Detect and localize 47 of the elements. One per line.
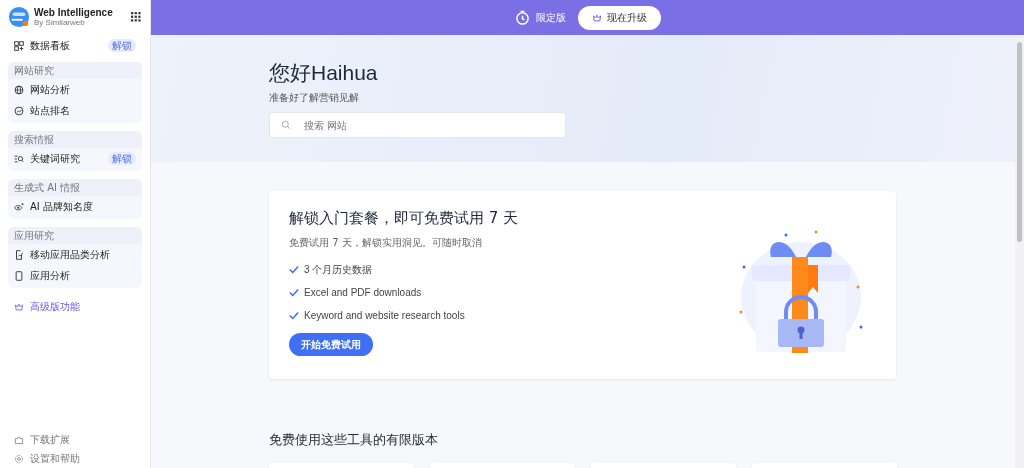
sidebar-item[interactable]: 应用分析 bbox=[8, 265, 142, 286]
app-subtitle: By Similarweb bbox=[34, 18, 86, 27]
section-heading: 网站研究 bbox=[8, 62, 142, 79]
sidebar-item[interactable]: 设置和帮助 bbox=[8, 449, 142, 468]
crown-icon bbox=[14, 301, 24, 312]
apps-grid-icon[interactable] bbox=[131, 11, 142, 23]
sidebar-item[interactable]: 站点排名 bbox=[8, 100, 142, 121]
section-heading: 搜索情报 bbox=[8, 131, 142, 148]
feature-text: Keyword and website research tools bbox=[304, 310, 465, 321]
phone-chart-icon bbox=[14, 249, 24, 260]
eye-sparkle-icon bbox=[14, 201, 24, 212]
check-icon bbox=[289, 288, 299, 297]
search-icon bbox=[281, 120, 291, 130]
promo-subtitle: 免费试用 7 天，解锁实用洞见。可随时取消 bbox=[289, 236, 483, 250]
sidebar-item[interactable]: 关键词研究 解锁 bbox=[8, 148, 142, 169]
sidebar-item[interactable]: 下载扩展 bbox=[8, 430, 142, 449]
logo-icon bbox=[8, 6, 30, 28]
phone-icon bbox=[14, 270, 24, 281]
tools-heading: 免费使用这些工具的有限版本 bbox=[269, 431, 439, 449]
upgrade-button[interactable]: 现在升级 bbox=[577, 5, 661, 30]
crown-icon bbox=[591, 12, 602, 23]
check-icon bbox=[289, 265, 299, 274]
section-heading: 应用研究 bbox=[8, 227, 142, 244]
search-field[interactable]: 搜索 网站 bbox=[269, 112, 566, 138]
unlock-badge: 解锁 bbox=[108, 39, 136, 52]
section-heading: 生成式 AI 情报 bbox=[8, 179, 142, 196]
dashboard-icon bbox=[14, 40, 24, 51]
settings-icon bbox=[14, 453, 24, 464]
promo-title: 解锁入门套餐，即可免费试用 7 天 bbox=[289, 209, 520, 228]
keyword-search-icon bbox=[14, 153, 24, 164]
timer-icon bbox=[514, 10, 530, 25]
unlock-badge: 解锁 bbox=[108, 152, 136, 165]
greeting: 您好Haihua bbox=[269, 60, 379, 86]
globe-icon bbox=[14, 84, 24, 95]
app-title: Web Intelligence bbox=[34, 7, 114, 18]
sidebar-item[interactable]: AI 品牌知名度 bbox=[8, 196, 142, 217]
globe-ranking-icon bbox=[14, 105, 24, 116]
premium-link[interactable]: 高级版功能 bbox=[8, 296, 142, 317]
plan-label: 限定版 bbox=[535, 10, 566, 25]
sidebar-item[interactable]: 网站分析 bbox=[8, 79, 142, 100]
feature-text: 3 个月历史数据 bbox=[304, 262, 373, 277]
feature-text: Excel and PDF downloads bbox=[304, 287, 422, 298]
sidebar-item[interactable]: 数据看板 解锁 bbox=[8, 35, 142, 56]
hero-subtitle: 准备好了解营销见解 bbox=[269, 91, 360, 105]
start-trial-button[interactable]: 开始免费试用 bbox=[289, 333, 373, 356]
check-icon bbox=[289, 311, 299, 320]
sidebar-item[interactable]: 移动应用品类分析 bbox=[8, 244, 142, 265]
